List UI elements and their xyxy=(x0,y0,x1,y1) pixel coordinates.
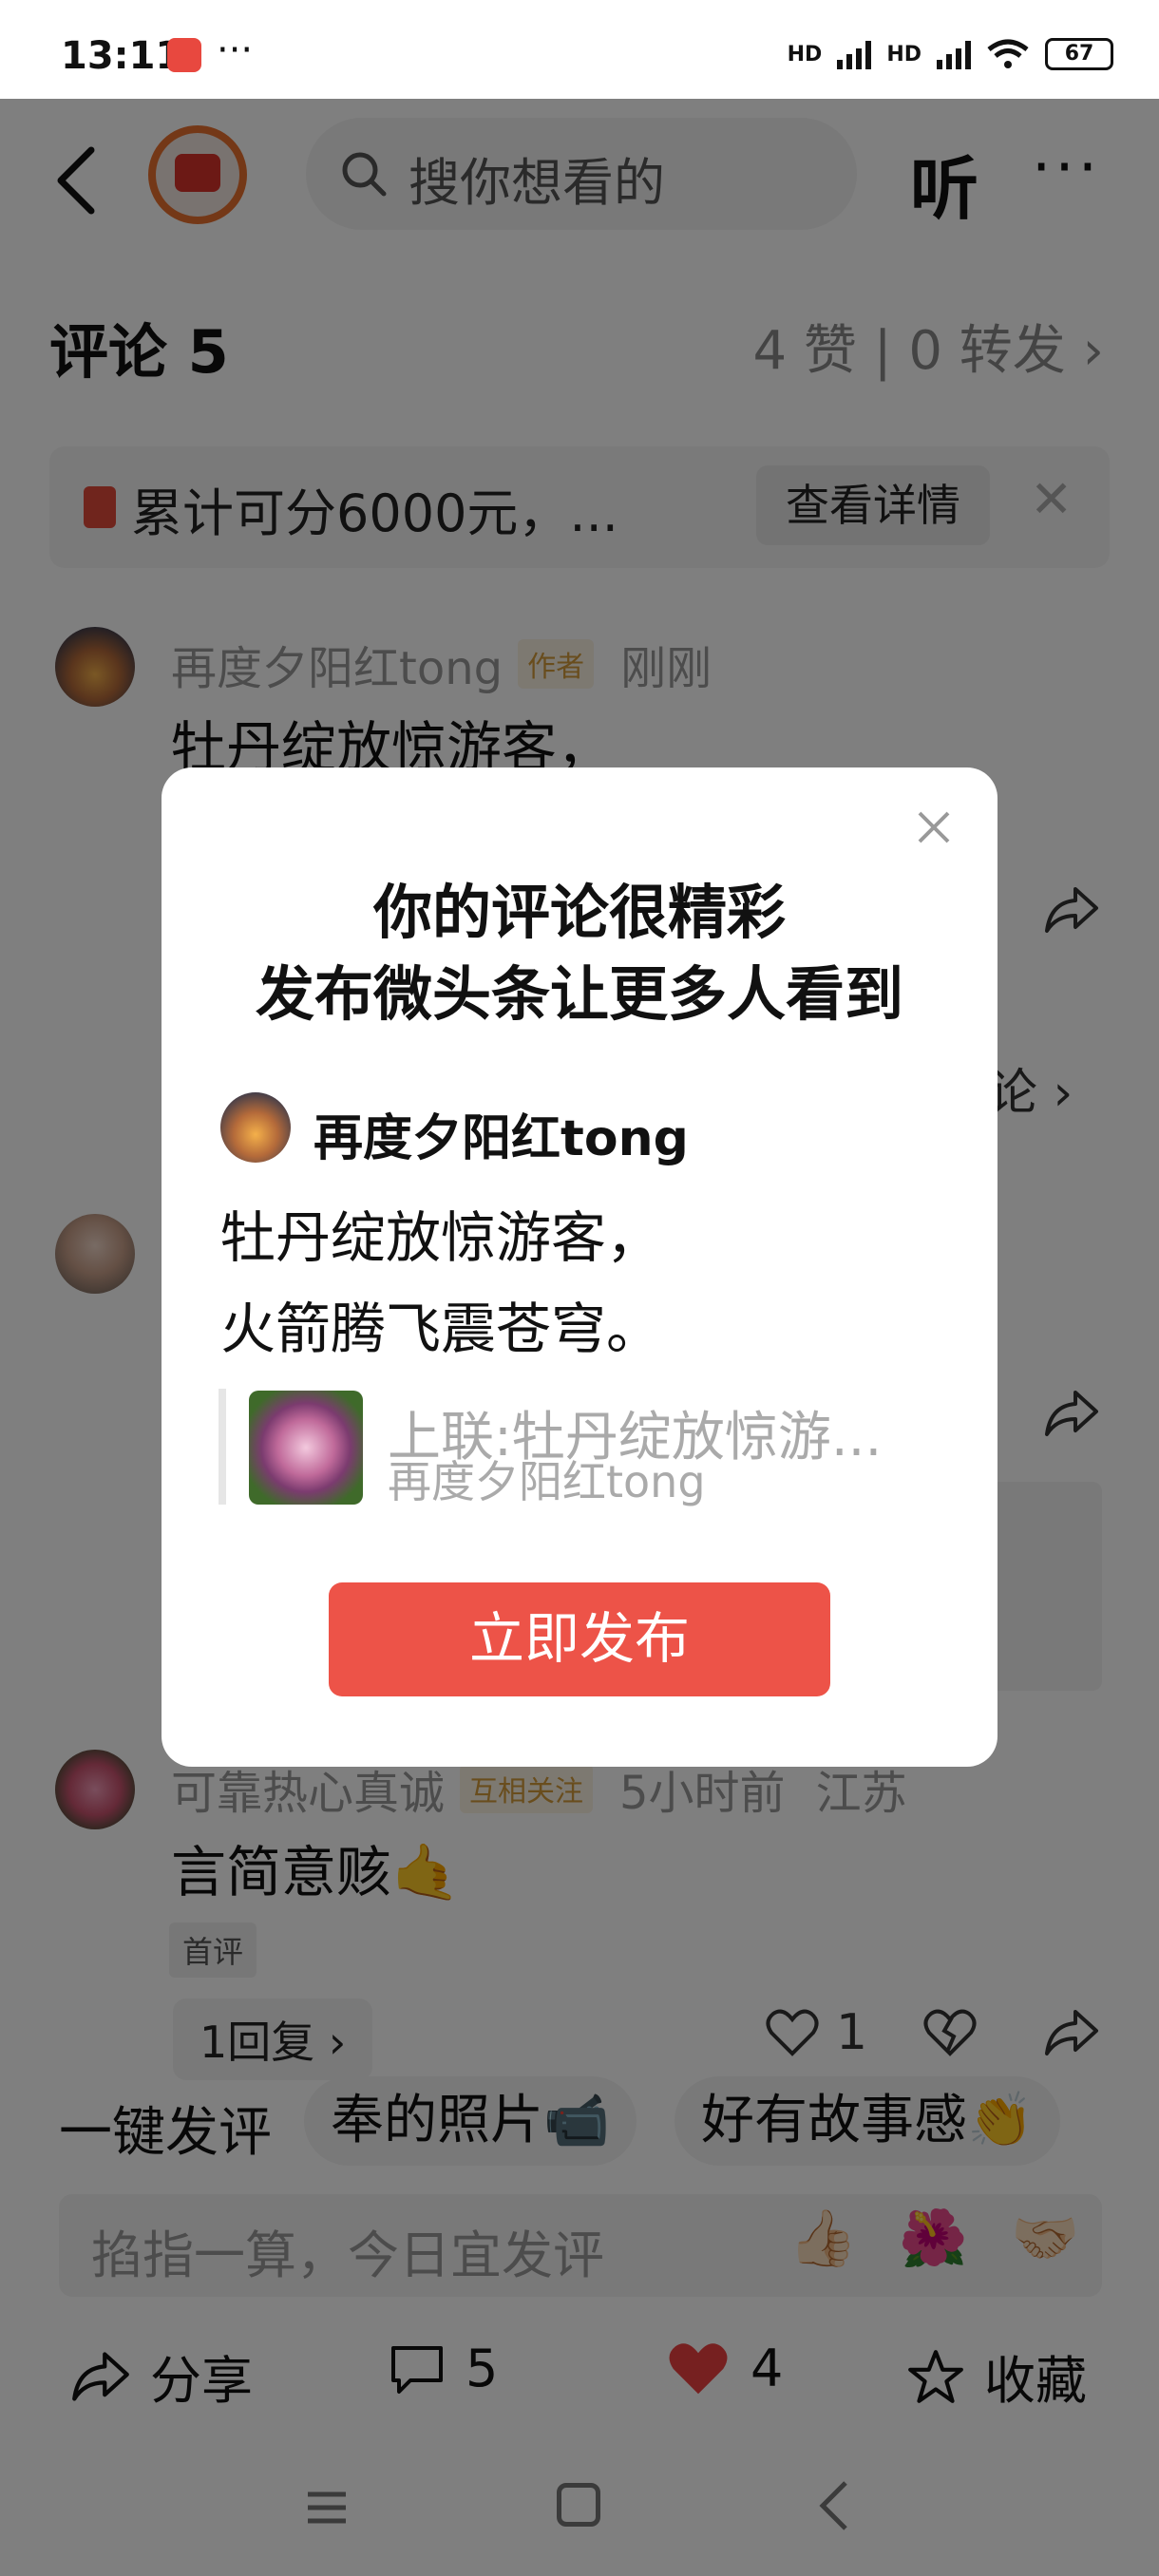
status-indicators: HD HD 67 xyxy=(788,38,1113,70)
avatar xyxy=(220,1092,291,1163)
status-time: 13:11 xyxy=(61,34,182,78)
wifi-icon xyxy=(987,39,1029,68)
dialog-body-line2: 火箭腾飞震苍穹。 xyxy=(220,1297,662,1361)
dialog-author: 再度夕阳红tong xyxy=(314,1110,689,1167)
publish-button[interactable]: 立即发布 xyxy=(329,1582,830,1696)
signal-icon-2 xyxy=(937,39,971,69)
close-icon[interactable] xyxy=(910,804,958,851)
battery-icon: 67 xyxy=(1045,38,1113,70)
quote-divider xyxy=(218,1389,226,1505)
dialog-title-line1: 你的评论很精彩 xyxy=(372,878,786,947)
status-more-icon: ··· xyxy=(217,28,254,72)
dialog-title-line2: 发布微头条让更多人看到 xyxy=(255,959,903,1029)
peony-thumbnail xyxy=(249,1391,363,1505)
dialog-body-line1: 牡丹绽放惊游客， xyxy=(220,1205,662,1270)
signal-hd-label: HD xyxy=(787,42,823,66)
app-notification-icon xyxy=(167,38,201,72)
signal-hd-label-2: HD xyxy=(886,42,922,66)
quote-author: 再度夕阳红tong xyxy=(388,1456,706,1507)
page: 13:11 ··· HD HD 67 搜你想看的 听 ··· 评论 5 4 赞 … xyxy=(0,0,1159,2576)
signal-icon xyxy=(837,39,872,69)
